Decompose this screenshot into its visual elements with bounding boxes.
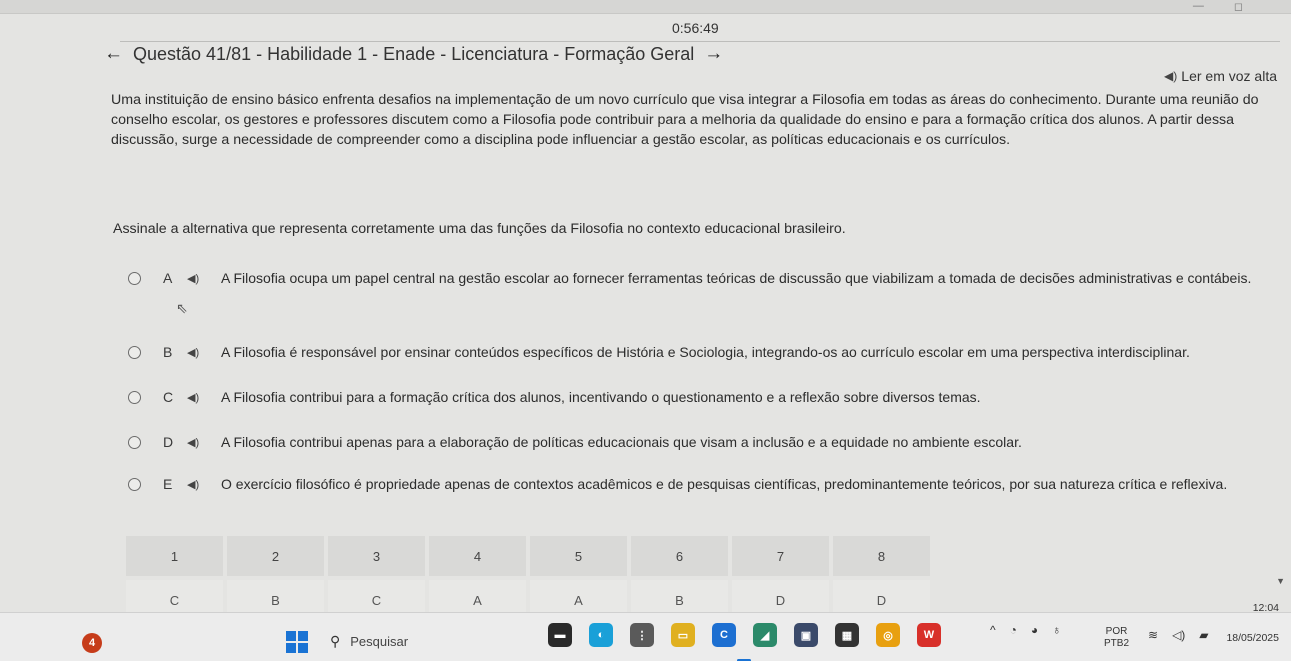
radio-button[interactable] [128,346,141,359]
app-icon[interactable]: ▦ [835,623,859,647]
search-placeholder: Pesquisar [350,634,409,649]
wifi-icon[interactable]: ≋ [1148,628,1158,642]
edge-icon[interactable]: ◐ [589,623,613,647]
nav-question-number[interactable]: 5 [530,536,627,576]
folder-icon[interactable]: ▭ [671,623,695,647]
maximize-icon[interactable]: ◻ [1234,0,1243,13]
option-text: A Filosofia contribui apenas para a elab… [221,434,1022,450]
option-text: A Filosofia contribui para a formação cr… [221,389,981,405]
notification-badge[interactable]: 4 [82,633,102,653]
clock-time: 12:04 [1252,602,1279,614]
arrow-right-icon[interactable]: → [704,43,723,65]
windows-taskbar: 4 ⚲ Pesquisar ▬ ◐ ⋮ ▭ C ◢ ▣ ▦ ◎ W ^ ◔ ◕ … [0,602,1291,661]
speaker-icon[interactable]: ◀) [187,388,221,408]
question-statement: Uma instituição de ensino básico enfrent… [111,92,1259,148]
dropdown-arrow-icon[interactable]: ▼ [1276,576,1285,586]
keyboard-layout: PTB2 [1104,638,1130,649]
option-text: A Filosofia é responsável por ensinar co… [221,344,1190,360]
battery-icon[interactable]: ▰ [1199,628,1208,642]
clock-date: 18/05/2025 [1226,632,1279,644]
radio-button[interactable] [128,436,141,449]
chrome-icon[interactable]: C [712,623,736,647]
taskbar-search[interactable]: ⚲ Pesquisar [330,633,408,650]
search-icon: ⚲ [330,633,341,649]
chevron-up-icon[interactable]: ^ [990,623,996,637]
radio-button[interactable] [128,391,141,404]
speaker-icon: ◀) [1164,69,1178,83]
pinned-apps: ▬ ◐ ⋮ ▭ C ◢ ▣ ▦ ◎ W [548,623,941,647]
option-e[interactable]: E ◀) O exercício filosófico é propriedad… [122,474,1282,495]
microphone-icon[interactable]: ♁ [1052,623,1061,637]
option-d[interactable]: D ◀) A Filosofia contribui apenas para a… [122,432,1282,453]
status-icons: ≋ ◁) ▰ [1148,628,1209,642]
nav-question-number[interactable]: 6 [631,536,728,576]
option-c[interactable]: C ◀) A Filosofia contribui para a formaç… [122,387,1282,408]
option-letter: E [163,476,173,492]
read-aloud-label: Ler em voz alta [1181,68,1277,84]
option-text: A Filosofia ocupa um papel central na ge… [221,270,1252,286]
mouse-cursor-icon: ⇖ [176,300,188,316]
tray-app-icon[interactable]: ◕ [1031,623,1038,637]
option-text: O exercício filosófico é propriedade ape… [221,476,1228,492]
app-icon[interactable]: ◢ [753,623,777,647]
read-aloud-button[interactable]: ◀) Ler em voz alta [1164,68,1277,84]
question-navigator: 1 2 3 4 5 6 7 8 C B C A A B D D [126,536,930,620]
volume-icon[interactable]: ◁) [1172,628,1185,642]
speaker-icon[interactable]: ◀) [187,433,221,453]
window-controls: — ◻ [1193,0,1243,13]
nav-question-number[interactable]: 2 [227,536,324,576]
language-indicator[interactable]: POR PTB2 [1104,626,1129,650]
radio-button[interactable] [128,478,141,491]
system-tray: ^ ◔ ◕ ♁ [990,623,1061,637]
arrow-left-icon[interactable]: ← [104,43,123,65]
question-title: Questão 41/81 - Habilidade 1 - Enade - L… [133,43,695,64]
windows-start-icon[interactable] [286,631,308,653]
tray-app-icon[interactable]: ◔ [1010,623,1017,637]
option-letter: B [163,344,173,360]
app-icon[interactable]: ◎ [876,623,900,647]
app-icon[interactable]: ▣ [794,623,818,647]
minimize-icon[interactable]: — [1193,0,1204,13]
option-a[interactable]: A ◀) A Filosofia ocupa um papel central … [122,268,1282,289]
exam-timer: 0:56:49 [672,20,719,36]
speaker-icon[interactable]: ◀) [187,475,221,495]
speaker-icon[interactable]: ◀) [187,343,221,363]
nav-question-number[interactable]: 8 [833,536,930,576]
exam-page: — ◻ 0:56:49 ← Questão 41/81 - Habilidade… [0,0,1291,620]
question-prompt: Assinale a alternativa que representa co… [113,221,846,237]
browser-top-bar: — ◻ [0,0,1291,14]
nav-question-number[interactable]: 4 [429,536,526,576]
option-letter: A [163,270,173,286]
nav-question-number[interactable]: 3 [328,536,425,576]
app-icon[interactable]: W [917,623,941,647]
question-header: ← Questão 41/81 - Habilidade 1 - Enade -… [104,43,723,65]
divider [120,41,1280,42]
radio-button[interactable] [128,272,141,285]
app-icon[interactable]: ▬ [548,623,572,647]
app-icon[interactable]: ⋮ [630,623,654,647]
nav-question-number[interactable]: 1 [126,536,223,576]
language-code: POR [1105,626,1128,637]
taskbar-clock[interactable]: 12:04 18/05/2025 [1226,602,1279,645]
option-b[interactable]: B ◀) A Filosofia é responsável por ensin… [122,342,1282,363]
option-letter: C [163,389,174,405]
option-letter: D [163,434,174,450]
nav-question-number[interactable]: 7 [732,536,829,576]
speaker-icon[interactable]: ◀) [187,269,221,289]
